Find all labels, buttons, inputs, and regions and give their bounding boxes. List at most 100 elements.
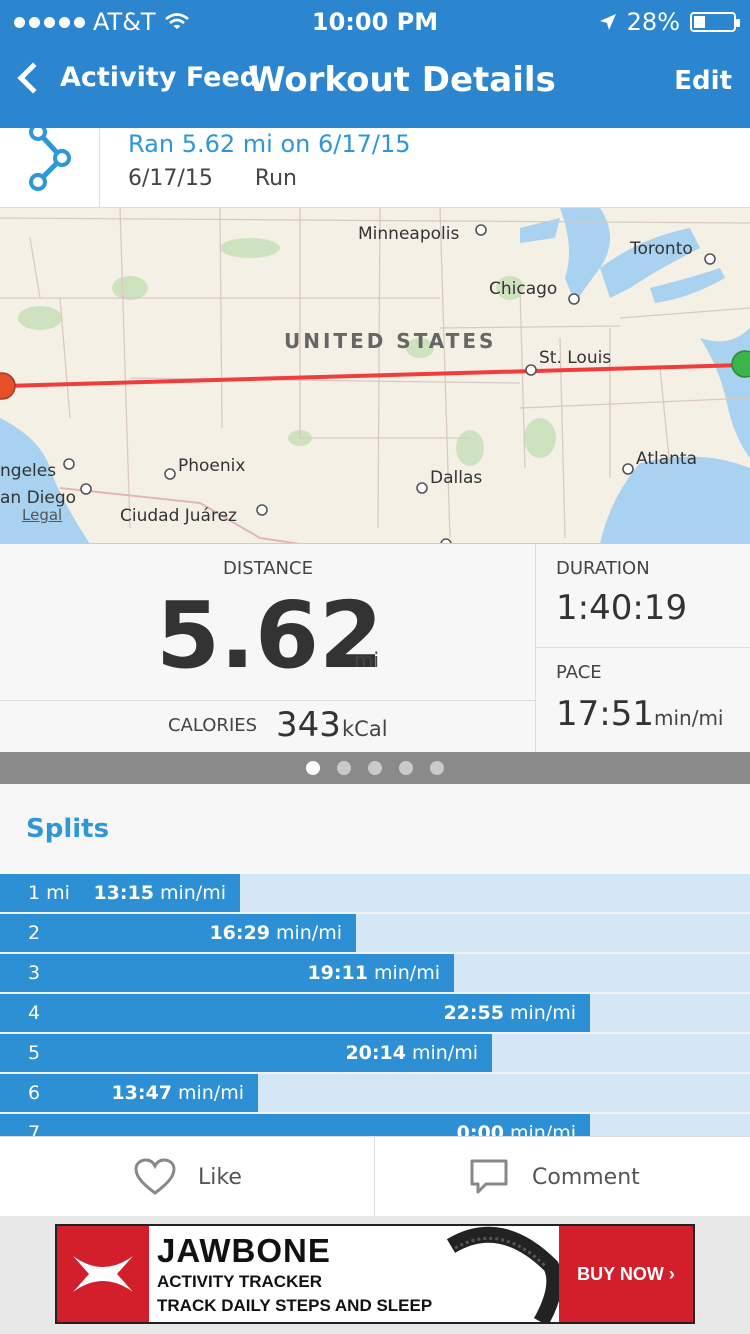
split-row[interactable]: 5 20:14 min/mi	[0, 1034, 750, 1072]
split-pace: 13:47 min/mi	[111, 1082, 244, 1104]
split-row[interactable]: 7 0:00 min/mi	[0, 1114, 750, 1136]
map-city-label: Chicago	[489, 279, 558, 299]
page-dot[interactable]	[337, 761, 351, 775]
pace-unit: min/mi	[654, 706, 724, 730]
comment-icon	[470, 1159, 508, 1194]
split-pace: 19:11 min/mi	[307, 962, 440, 984]
like-button[interactable]: Like	[134, 1137, 242, 1217]
workout-date: 6/17/15	[128, 166, 213, 191]
heart-icon	[134, 1158, 176, 1195]
action-bar: Like Comment	[0, 1136, 750, 1217]
map-country-label: UNITED STATES	[284, 329, 497, 353]
split-pace-unit: min/mi	[411, 1042, 478, 1064]
split-row[interactable]: 2 16:29 min/mi	[0, 914, 750, 952]
comment-label: Comment	[532, 1164, 640, 1190]
split-row[interactable]: 4 22:55 min/mi	[0, 994, 750, 1032]
split-pace-unit: min/mi	[373, 962, 440, 984]
split-pace-value: 0:00	[456, 1122, 504, 1136]
distance-value: 5.62	[156, 582, 383, 689]
split-pace-value: 16:29	[209, 922, 270, 944]
ad-zone: JAWBONE ACTIVITY TRACKER TRACK DAILY STE…	[0, 1216, 750, 1334]
split-pace-unit: min/mi	[509, 1122, 576, 1136]
map-city-label: Ciudad Juárez	[120, 506, 237, 526]
route-map[interactable]: Minneapolis Toronto Chicago UNITED STATE…	[0, 208, 750, 544]
action-divider	[374, 1137, 375, 1217]
split-pace: 13:15 min/mi	[93, 882, 226, 904]
like-label: Like	[198, 1164, 242, 1190]
battery-group: 28%	[599, 8, 740, 36]
page-title: Workout Details	[248, 60, 556, 100]
comment-button[interactable]: Comment	[468, 1137, 640, 1217]
split-pace: 16:29 min/mi	[209, 922, 342, 944]
back-label: Activity Feed	[60, 62, 260, 93]
legal-link[interactable]: Legal	[22, 506, 62, 524]
split-pace-unit: min/mi	[159, 882, 226, 904]
battery-fill	[694, 16, 705, 28]
split-pace-unit: min/mi	[177, 1082, 244, 1104]
map-city-label: an Diego	[0, 488, 77, 508]
split-pace-value: 19:11	[307, 962, 368, 984]
split-pace: 0:00 min/mi	[457, 1122, 576, 1136]
buy-now-button[interactable]: BUY NOW ›	[559, 1226, 693, 1322]
map-city-label: Minneapolis	[358, 224, 460, 244]
split-mile: 5	[28, 1042, 41, 1064]
split-pace-value: 22:55	[443, 1002, 504, 1024]
pace-cell: PACE 17:51 min/mi	[536, 648, 750, 752]
map-city-label: St. Louis	[539, 348, 612, 368]
back-button[interactable]: Activity Feed	[14, 61, 260, 94]
route-icon	[29, 123, 71, 191]
distance-label: DISTANCE	[223, 558, 313, 579]
page-dot[interactable]	[430, 761, 444, 775]
pace-label: PACE	[556, 662, 602, 683]
split-pace-unit: min/mi	[509, 1002, 576, 1024]
split-mile: 2	[28, 922, 41, 944]
workout-header: Ran 5.62 mi on 6/17/15 6/17/15 Run	[0, 123, 750, 208]
pace-value: 17:51	[556, 694, 654, 734]
edit-button[interactable]: Edit	[674, 66, 732, 96]
calories-unit: kCal	[342, 717, 388, 741]
chevron-left-icon	[17, 61, 49, 94]
nav-bar: Activity Feed Workout Details Edit	[0, 52, 750, 116]
page-dot[interactable]	[399, 761, 413, 775]
split-mile: 7	[28, 1122, 41, 1136]
page-dot[interactable]	[306, 761, 320, 775]
location-arrow-icon	[599, 14, 616, 30]
map-city-label: Toronto	[630, 239, 693, 259]
ad-tagline: ACTIVITY TRACKER	[157, 1272, 322, 1291]
map-city-label: Dallas	[430, 468, 483, 488]
split-row[interactable]: 1 mi 13:15 min/mi	[0, 874, 750, 912]
splits-heading: Splits	[26, 814, 110, 844]
splits-list: 1 mi 13:15 min/mi 2 16:29 min/mi 3 19:11 min/…	[0, 874, 750, 1136]
split-mile: 4	[28, 1002, 41, 1024]
calories-value: 343	[276, 705, 341, 745]
route-icon-box	[0, 123, 100, 208]
page-indicator[interactable]	[0, 752, 750, 784]
split-mile: 1 mi	[28, 882, 70, 904]
ad-banner[interactable]: JAWBONE ACTIVITY TRACKER TRACK DAILY STE…	[55, 1224, 695, 1324]
split-pace-unit: min/mi	[275, 922, 342, 944]
top-bar: AT&T 10:00 PM 28% Activity Feed Workout …	[0, 0, 750, 128]
split-pace: 22:55 min/mi	[443, 1002, 576, 1024]
duration-label: DURATION	[556, 558, 650, 579]
distance-unit: mi	[354, 648, 380, 672]
stats-panel: DISTANCE 5.62 mi CALORIES 343 kCal DURAT…	[0, 544, 750, 752]
split-mile: 6	[28, 1082, 41, 1104]
workout-meta: 6/17/15 Run	[128, 166, 297, 191]
calories-label: CALORIES	[168, 715, 258, 736]
under-armour-logo-icon	[57, 1226, 149, 1322]
workout-title[interactable]: Ran 5.62 mi on 6/17/15	[128, 130, 410, 158]
fitness-band-image	[446, 1226, 561, 1322]
split-pace: 20:14 min/mi	[345, 1042, 478, 1064]
split-row[interactable]: 6 13:47 min/mi	[0, 1074, 750, 1112]
split-pace-value: 13:47	[111, 1082, 172, 1104]
battery-icon	[690, 12, 740, 32]
distance-cell: DISTANCE 5.62 mi	[0, 544, 536, 701]
ad-brand: JAWBONE	[157, 1232, 331, 1269]
split-pace-value: 20:14	[345, 1042, 406, 1064]
status-bar: AT&T 10:00 PM 28%	[0, 0, 750, 40]
workout-type: Run	[254, 166, 297, 191]
splits-header: Splits	[0, 784, 750, 874]
split-mile: 3	[28, 962, 41, 984]
page-dot[interactable]	[368, 761, 382, 775]
split-row[interactable]: 3 19:11 min/mi	[0, 954, 750, 992]
